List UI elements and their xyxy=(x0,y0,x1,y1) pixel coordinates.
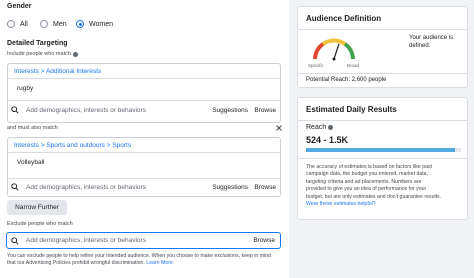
include-label: Include people who match xyxy=(7,51,71,57)
disclaimer-line-1: You can exclude people to help refine yo… xyxy=(7,253,271,259)
exclude-search-box[interactable]: Add demographics, interests or behaviors… xyxy=(6,232,281,249)
audience-gauge-icon xyxy=(313,38,355,61)
audience-definition-card: Audience Definition Specific Broad Your … xyxy=(297,6,468,88)
estimated-results-title: Estimated Daily Results xyxy=(306,105,397,114)
divider xyxy=(8,78,280,79)
reach-label: Reach xyxy=(306,124,327,131)
reach-value: 524 - 1.5K xyxy=(306,135,349,145)
interest-tag-rugby[interactable]: rugby xyxy=(17,85,33,92)
browse-button-2[interactable]: Browse xyxy=(254,184,276,191)
note-line-5: budget, but are only estimates and don't… xyxy=(306,193,442,200)
note-line-2: campaign data, the budget you entered, m… xyxy=(306,171,428,178)
gender-women-label: Women xyxy=(89,20,113,28)
suggestions-button-2[interactable]: Suggestions xyxy=(212,184,248,191)
reach-bar-track xyxy=(306,148,461,152)
gender-label: Gender xyxy=(7,3,32,10)
breadcrumb-sports[interactable]: Interests > Sports and outdoors > Sports xyxy=(14,142,131,149)
estimates-helpful-link[interactable]: Were these estimates helpful? xyxy=(306,201,466,208)
divider xyxy=(298,73,467,74)
search-row-2: Add demographics, interests or behaviors… xyxy=(7,179,281,196)
potential-reach: Potential Reach: 2,600 people xyxy=(306,77,387,83)
reach-label-row: Reach xyxy=(306,124,334,131)
learn-more-link[interactable]: Learn More xyxy=(146,260,173,266)
search-row-1: Add demographics, interests or behaviors… xyxy=(7,102,281,119)
search-icon xyxy=(11,183,19,191)
exclusion-disclaimer: You can exclude people to help refine yo… xyxy=(7,253,289,267)
info-icon[interactable] xyxy=(72,51,78,57)
gender-men-label: Men xyxy=(53,20,67,28)
gender-all-label: All xyxy=(20,20,28,28)
close-icon[interactable] xyxy=(276,125,282,131)
estimated-results-card: Estimated Daily Results Reach 524 - 1.5K… xyxy=(297,97,468,220)
info-icon[interactable] xyxy=(328,125,334,130)
search-input-1[interactable]: Add demographics, interests or behaviors xyxy=(26,107,146,114)
suggestions-button-1[interactable]: Suggestions xyxy=(212,107,248,114)
audience-definition-title: Audience Definition xyxy=(306,14,382,23)
estimates-note: The accuracy of estimates is based on fa… xyxy=(306,164,466,208)
exclude-search-input[interactable]: Add demographics, interests or behaviors xyxy=(26,237,146,244)
exclude-label: Exclude people who match xyxy=(7,221,73,227)
reach-bar-fill xyxy=(306,148,455,152)
radio-women[interactable] xyxy=(76,20,84,28)
gauge-specific-label: Specific xyxy=(308,63,324,68)
browse-button-1[interactable]: Browse xyxy=(254,107,276,114)
gender-option-all[interactable]: All xyxy=(7,20,28,28)
divider xyxy=(298,158,467,159)
search-input-2[interactable]: Add demographics, interests or behaviors xyxy=(26,184,146,191)
targeting-panel: Gender All Men Women Detailed Targeting … xyxy=(0,0,289,278)
search-icon xyxy=(11,106,19,114)
detailed-targeting-title: Detailed Targeting xyxy=(7,40,68,47)
search-icon xyxy=(11,237,19,245)
disclaimer-line-2: that our Advertising Policies prohibit w… xyxy=(7,260,145,266)
divider xyxy=(298,120,467,121)
radio-men[interactable] xyxy=(40,20,48,28)
divider xyxy=(8,100,280,101)
narrow-further-button[interactable]: Narrow Further xyxy=(7,200,67,215)
divider xyxy=(298,29,467,30)
include-label-row: Include people who match xyxy=(7,51,78,57)
note-line-4: provided to give you an idea of performa… xyxy=(306,186,427,193)
note-line-3: targeting criteria and ad placements. Nu… xyxy=(306,178,422,185)
audience-description: Your audience is defined. xyxy=(409,35,454,49)
breadcrumb-additional-interests[interactable]: Interests > Additional Interests xyxy=(14,68,101,75)
disclaimer-line-2-row: that our Advertising Policies prohibit w… xyxy=(7,260,289,267)
gender-option-women[interactable]: Women xyxy=(76,20,113,28)
and-also-label: and must also match xyxy=(7,125,58,131)
divider xyxy=(8,152,280,153)
interest-tag-volleyball[interactable]: Volleyball xyxy=(17,159,44,166)
gender-option-men[interactable]: Men xyxy=(40,20,67,28)
exclude-browse-button[interactable]: Browse xyxy=(253,237,275,244)
radio-all[interactable] xyxy=(7,20,15,28)
note-line-1: The accuracy of estimates is based on fa… xyxy=(306,164,432,170)
gauge-broad-label: Broad xyxy=(347,63,360,68)
